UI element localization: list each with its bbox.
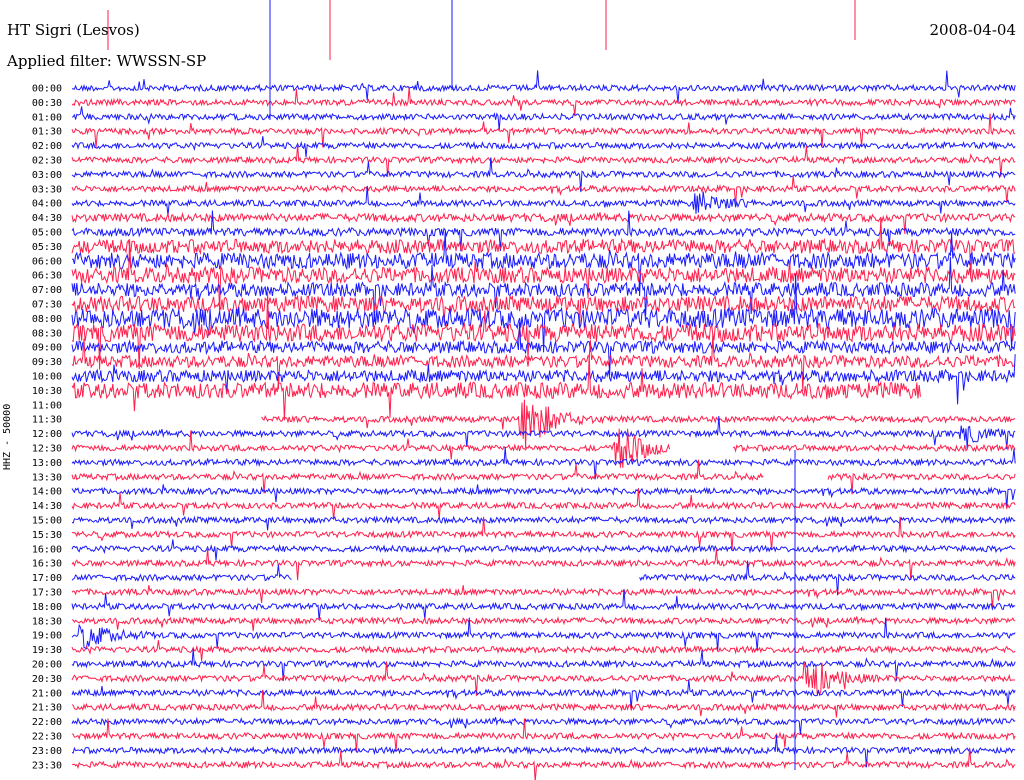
trace-row [71, 136, 1016, 158]
helicorder-plot: HT Sigri (Lesvos) 2008-04-04 Applied fil… [0, 0, 1024, 780]
row-time-label: 07:00 [32, 285, 62, 296]
row-time-label: 10:00 [32, 372, 62, 383]
row-time-label: 06:00 [32, 256, 62, 267]
trace-row [71, 415, 1016, 450]
row-time-label: 04:00 [32, 199, 62, 210]
row-time-label: 11:00 [32, 400, 62, 411]
row-time-label: 00:00 [32, 84, 62, 95]
row-time-label: 04:30 [32, 213, 62, 224]
row-time-label: 12:00 [32, 429, 62, 440]
row-time-label: 03:00 [32, 170, 62, 181]
row-time-label: 05:30 [32, 242, 62, 253]
row-time-label: 06:30 [32, 271, 62, 282]
row-time-label: 15:30 [32, 530, 62, 541]
trace-row [71, 273, 1016, 353]
row-time-label: 03:30 [32, 184, 62, 195]
row-time-label: 14:00 [32, 487, 62, 498]
row-time-label: 10:30 [32, 386, 62, 397]
row-time-label: 22:00 [32, 717, 62, 728]
row-time-label: 19:30 [32, 645, 62, 656]
trace-row [71, 718, 1016, 752]
seismogram-traces: 00:00 00:30 01:00 01:30 02:00 02:30 03:00 03:30… [32, 0, 1016, 780]
row-time-label: 16:00 [32, 544, 62, 555]
row-time-label: 02:00 [32, 141, 62, 152]
row-time-label: 08:00 [32, 314, 62, 325]
row-time-label: 09:30 [32, 357, 62, 368]
row-time-label: 20:00 [32, 660, 62, 671]
trace-row [71, 716, 1016, 735]
row-time-label: 00:30 [32, 98, 62, 109]
trace-row [71, 679, 1016, 710]
row-time-label: 01:30 [32, 127, 62, 138]
row-time-label: 15:00 [32, 516, 62, 527]
row-time-label: 14:30 [32, 501, 62, 512]
trace-row [71, 648, 1016, 682]
row-time-label: 02:30 [32, 156, 62, 167]
row-time-label: 23:30 [32, 760, 62, 771]
row-time-label: 09:00 [32, 343, 62, 354]
row-time-label: 18:30 [32, 616, 62, 627]
row-time-label: 05:00 [32, 228, 62, 239]
trace-row [71, 231, 1016, 297]
trace-row [71, 294, 1016, 326]
trace-row [71, 86, 1016, 117]
row-time-label: 18:00 [32, 602, 62, 613]
row-time-label: 07:30 [32, 300, 62, 311]
trace-row [71, 70, 1016, 104]
row-time-label: 12:30 [32, 444, 62, 455]
row-time-label: 23:00 [32, 746, 62, 757]
row-time-label: 11:30 [32, 415, 62, 426]
trace-row [71, 615, 1016, 632]
row-time-label: 08:30 [32, 328, 62, 339]
row-time-label: 19:00 [32, 631, 62, 642]
row-time-label: 17:00 [32, 573, 62, 584]
row-time-label: 17:30 [32, 588, 62, 599]
trace-row [71, 515, 1016, 531]
row-time-label: 22:30 [32, 732, 62, 743]
row-time-label: 16:30 [32, 559, 62, 570]
row-time-label: 01:00 [32, 112, 62, 123]
trace-row [71, 239, 1016, 313]
row-time-label: 21:30 [32, 703, 62, 714]
trace-row [71, 640, 1016, 662]
row-time-label: 21:00 [32, 688, 62, 699]
row-time-label: 13:30 [32, 472, 62, 483]
trace-row [71, 539, 1016, 561]
row-time-label: 13:00 [32, 458, 62, 469]
row-time-label: 20:30 [32, 674, 62, 685]
trace-row [71, 734, 1016, 768]
